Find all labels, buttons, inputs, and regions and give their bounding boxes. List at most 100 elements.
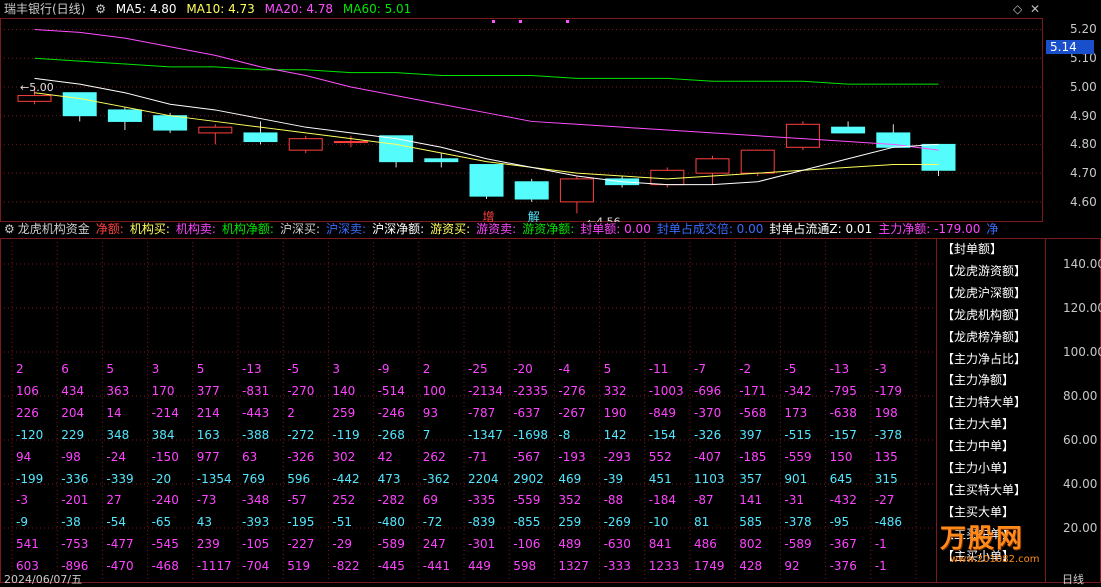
indicator-cell: -1354 [196,471,232,486]
indicator-cell: 42 [377,449,393,464]
indicator-cell: -376 [829,559,857,574]
indicator-menu-item[interactable]: 【主力小单】 [942,458,1014,478]
indicator-menu-item[interactable]: 【主力特大单】 [942,392,1026,412]
indicator-cell: 92 [784,559,800,574]
candle[interactable] [469,164,504,200]
indicator-settings-icon[interactable]: ⚙ [4,222,15,236]
indicator-cell: -293 [603,449,631,464]
candle[interactable] [785,121,820,151]
indicator-cell: 302 [332,449,356,464]
indicator-cell: -246 [377,405,405,420]
indicator-cell: -20 [513,362,533,376]
candle[interactable] [559,176,594,214]
indicator-cell: 397 [739,427,763,442]
indicator-cell: -120 [16,427,44,442]
indicator-cell: 3 [332,362,341,376]
indicator-cell: -11 [648,362,669,376]
candle[interactable] [198,124,233,145]
indicator-cell: -38 [61,515,81,530]
indicator-field: 机构净额: [221,222,274,236]
price-axis-label: 4.60 [1070,194,1097,209]
indicator-menu-item[interactable]: 【龙虎榜净额】 [942,327,1026,347]
event-marker[interactable] [519,20,522,23]
indicator-cell: -442 [332,471,360,486]
indicator-menu-item[interactable]: 【主买特大单】 [942,480,1026,500]
watermark-logo: 万股网 www.201082.com [940,524,1040,565]
indicator-cell: -1 [874,537,887,552]
indicator-cell: 43 [196,515,213,530]
indicator-cell: -9 [377,362,390,376]
candle[interactable] [243,121,278,145]
ma60-label: MA60: 5.01 [342,2,412,16]
indicator-cell: -51 [332,515,352,530]
indicator-menu-item[interactable]: 【龙虎游资额】 [942,261,1026,281]
indicator-cell: 2 [287,405,295,420]
indicator-cell: -704 [242,559,270,574]
indicator-cell: 106 [16,383,39,398]
indicator-cell: -1347 [468,427,503,442]
indicator-field: 主力净额: -179.00 [878,222,981,236]
indicator-cell: -388 [242,427,270,442]
candle-body-up [198,126,233,134]
candle-body-up [288,138,323,151]
candle[interactable] [514,178,549,202]
indicator-cell: 315 [874,471,898,486]
indicator-axis: 140.00 120.00 100.00 80.00 60.00 40.00 20.00 [1046,238,1101,583]
indicator-menu-item[interactable]: 【封单额】 [942,239,1002,259]
indicator-title[interactable]: 龙虎机构资金 [18,222,90,236]
indicator-cell: 198 [874,405,898,420]
close-icon[interactable]: ✕ [1030,2,1040,16]
indicator-cell: 552 [648,449,672,464]
event-marker[interactable] [492,20,495,23]
indicator-cell: -477 [106,537,134,552]
event-marker[interactable] [566,20,569,23]
candle-body-up [695,158,730,174]
candlestick-chart[interactable]: ←5.00←4.56增解 [0,18,1043,222]
indicator-cell: -1698 [513,427,549,442]
indicator-cell: 214 [196,405,220,420]
indicator-menu-item[interactable]: 【龙虎机构额】 [942,305,1026,325]
candle[interactable] [831,121,866,134]
candle[interactable] [107,107,142,131]
indicator-field: 净 [986,222,999,236]
indicator-cell: 473 [377,471,401,486]
indicator-menu-item[interactable]: 【主力大单】 [942,414,1014,434]
indicator-cell: 357 [739,471,763,486]
indicator-cell: -696 [694,383,722,398]
indicator-cell: 170 [151,383,175,398]
diamond-icon[interactable]: ◇ [1013,2,1022,16]
settings-icon[interactable]: ⚙ [95,2,106,16]
indicator-cell: -795 [829,383,857,398]
indicator-cell: -486 [874,515,903,530]
indicator-cell: -407 [694,449,722,464]
indicator-cell: -57 [287,493,307,508]
indicator-cell: -179 [874,383,903,398]
indicator-menu-item[interactable]: 【主力净额】 [942,370,1014,390]
indicator-cell: 901 [784,471,808,486]
indicator-cell: 1749 [694,559,725,574]
indicator-cell: -3 [874,362,887,376]
period-label: 日线 [1062,573,1084,586]
indicator-cell: 259 [558,515,582,530]
indicator-cell: -13 [242,362,262,376]
indicator-axis-label: 120.00 [1063,301,1101,315]
candle[interactable] [695,155,730,185]
indicator-cell: -637 [513,405,541,420]
indicator-menu-item[interactable]: 【主力中单】 [942,436,1014,456]
indicator-cell: -559 [513,493,541,508]
indicator-cell: 1103 [694,471,725,486]
indicator-cell: -25 [468,362,488,376]
candle[interactable] [288,135,323,154]
indicator-cell: 3 [151,362,160,376]
indicator-cell: 596 [287,471,311,486]
indicator-cell: 140 [332,383,356,398]
indicator-cell: -9 [16,515,28,530]
indicator-cell: -105 [242,537,270,552]
indicator-menu-item[interactable]: 【龙虎沪深额】 [942,283,1026,303]
indicator-cell: 977 [196,449,220,464]
indicator-axis-label: 100.00 [1063,345,1101,359]
indicator-cell: 1327 [558,559,589,574]
indicator-menu-item[interactable]: 【主力净占比】 [942,349,1026,369]
indicator-cell: -1 [874,559,887,574]
indicator-cell: -855 [513,515,541,530]
